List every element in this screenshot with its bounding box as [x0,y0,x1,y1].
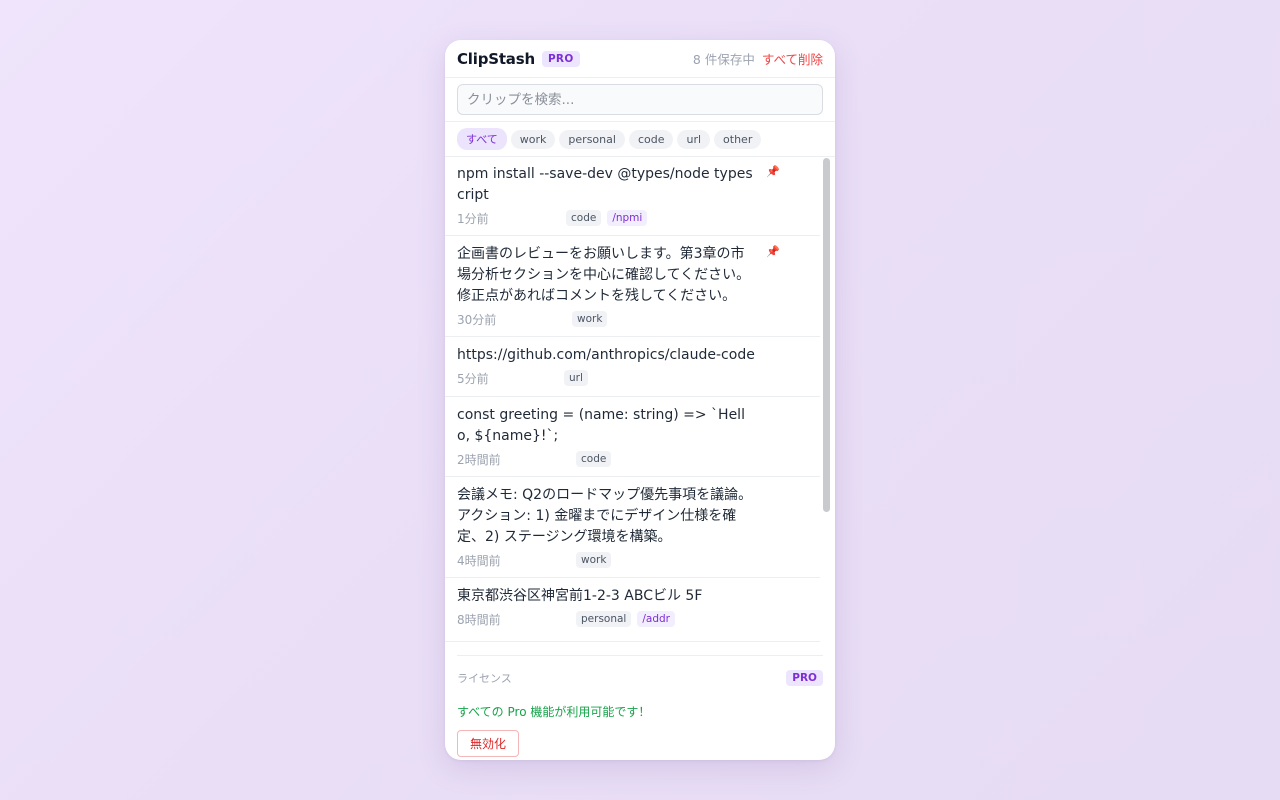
filter-code[interactable]: code [628,129,674,149]
clip-time: 2時間前 [457,452,501,467]
filter-chips: すべて work personal code url other [445,122,835,157]
clip-item[interactable]: 企画書のレビューをお願いします。第3章の市場分析セクションを中心に確認してくださ… [445,236,820,337]
clip-meta: 2時間前 code [457,448,808,470]
clip-tag: work [576,552,612,568]
header: ClipStash PRO 8 件保存中 すべて削除 [445,40,835,78]
filter-work[interactable]: work [510,129,556,149]
clip-item[interactable]: const greeting = (name: string) => `Hell… [445,397,820,477]
clip-meta: 8時間前 personal /addr [457,608,808,630]
license-section: ライセンス PRO すべての Pro 機能が利用可能です！ 無効化 [457,655,823,757]
clip-meta: 4時間前 work [457,549,808,571]
clip-tag: url [564,370,588,386]
deactivate-button[interactable]: 無効化 [457,730,520,757]
clip-item[interactable]: 会議メモ: Q2のロードマップ優先事項を議論。アクション: 1) 金曜までにデザ… [445,477,820,578]
pushpin-icon[interactable]: 📌 [766,165,780,178]
pro-badge: PRO [541,50,580,67]
clip-shortcut: /addr [637,611,675,627]
clip-shortcut: /npmi [607,210,648,226]
license-pro-badge: PRO [786,670,823,686]
filter-url[interactable]: url [677,129,711,149]
search-input[interactable] [457,84,823,115]
clip-time: 4時間前 [457,553,501,568]
clip-item[interactable]: npm install --save-dev @types/node types… [445,156,820,236]
clip-tag: code [566,210,602,226]
clip-tag: work [572,311,608,327]
clip-tag: personal [576,611,632,627]
clip-time: 5分前 [457,371,489,386]
pushpin-icon[interactable]: 📌 [766,245,780,258]
clip-time: 1分前 [457,211,489,226]
header-actions: 8 件保存中 すべて削除 [693,40,823,77]
clip-text: https://github.com/anthropics/claude-cod… [457,347,755,363]
clip-text: npm install --save-dev @types/node types… [457,166,753,203]
license-label: ライセンス [457,672,512,685]
clip-list[interactable]: npm install --save-dev @types/node types… [445,156,820,642]
clip-count: 8 件保存中 [692,52,755,67]
filter-all[interactable]: すべて [457,128,507,150]
clip-meta: 5分前 url [457,367,808,389]
clip-text: const greeting = (name: string) => `Hell… [457,407,745,444]
filter-personal[interactable]: personal [559,129,625,149]
clip-item[interactable]: https://github.com/anthropics/claude-cod… [445,337,820,397]
clip-text: 東京都渋谷区神宮前1-2-3 ABCビル 5F [457,588,703,604]
clip-time: 30分前 [457,312,497,327]
app-title: ClipStash [457,49,535,68]
clip-tag: code [576,451,612,467]
license-header: ライセンス PRO [457,670,823,686]
clip-meta: 1分前 code /npmi [457,207,808,229]
license-message: すべての Pro 機能が利用可能です！ [457,705,651,719]
clip-text: 企画書のレビューをお願いします。第3章の市場分析セクションを中心に確認してくださ… [457,246,751,304]
clip-meta: 30分前 work [457,308,808,330]
search-bar [445,78,835,122]
clip-time: 8時間前 [457,612,501,627]
filter-other[interactable]: other [714,129,762,149]
clip-item[interactable]: 東京都渋谷区神宮前1-2-3 ABCビル 5F 8時間前 personal /a… [445,578,820,642]
clip-text: 会議メモ: Q2のロードマップ優先事項を議論。アクション: 1) 金曜までにデザ… [457,487,753,545]
clipstash-panel: ClipStash PRO 8 件保存中 すべて削除 すべて work pers… [445,40,835,760]
clear-all-button[interactable]: すべて削除 [762,49,823,68]
scrollbar[interactable] [823,158,830,512]
